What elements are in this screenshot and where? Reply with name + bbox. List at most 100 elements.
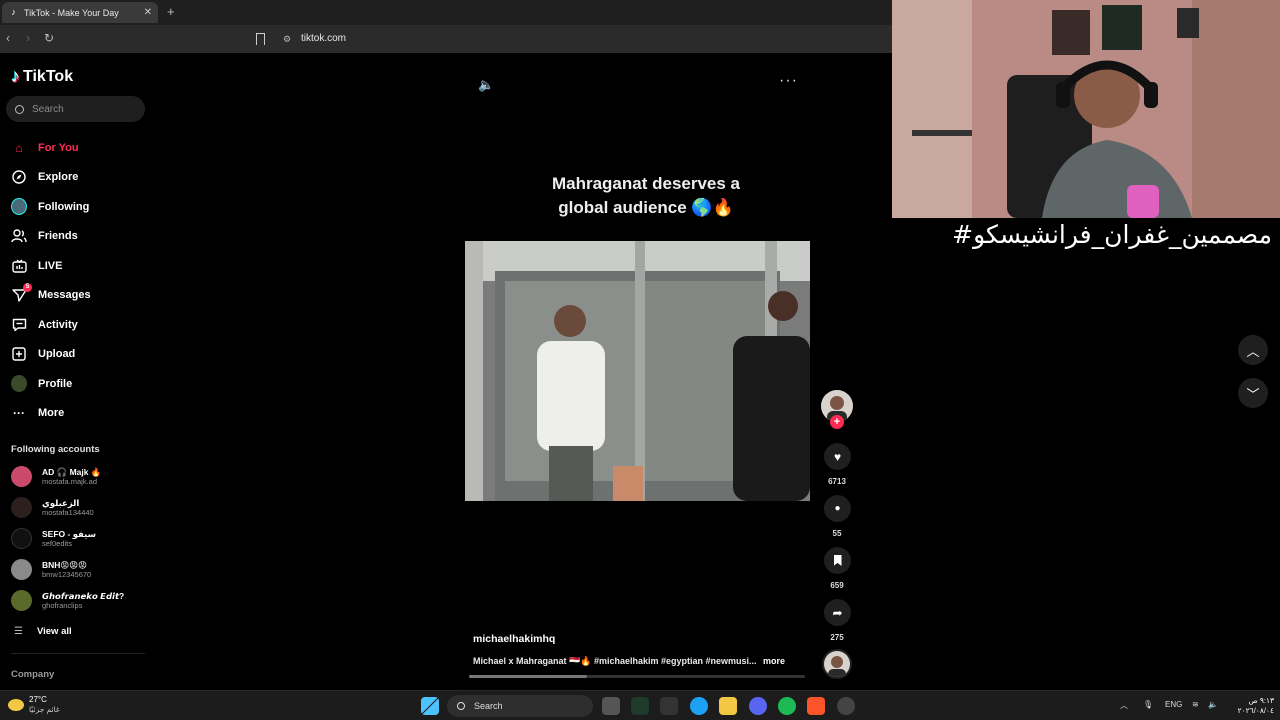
home-icon: ⌂: [15, 140, 23, 155]
account-name: SEFO - سيفو: [42, 528, 96, 539]
account-name: الزعبلوي: [42, 497, 80, 508]
windows-start-icon[interactable]: [421, 697, 439, 715]
account-handle: ghofranclips: [42, 600, 83, 610]
comment-icon: ●: [834, 503, 841, 514]
account-name: BNH😡😡😡: [42, 559, 87, 570]
messages-icon: 5: [11, 283, 32, 303]
sidebar-item-upload[interactable]: Upload: [11, 340, 151, 370]
tray-chevron-icon[interactable]: ︿: [1120, 700, 1128, 711]
sidebar-item-activity[interactable]: Activity: [11, 310, 151, 340]
account-handle: sef0edits: [42, 538, 73, 548]
tiktok-note-icon: ♪: [11, 66, 20, 86]
comment-button[interactable]: ●: [824, 495, 851, 522]
volume-icon[interactable]: 🔈: [478, 77, 494, 93]
next-video-button[interactable]: ﹀: [1238, 378, 1268, 408]
compass-icon: [11, 169, 27, 185]
following-accounts-title: Following accounts: [11, 444, 100, 455]
app-icon[interactable]: [631, 697, 649, 715]
sidebar-item-profile[interactable]: Profile: [11, 369, 151, 399]
close-tab-icon[interactable]: ✕: [144, 7, 152, 18]
save-button[interactable]: [824, 547, 851, 574]
taskbar-search[interactable]: Search: [447, 695, 593, 717]
video-frame: [465, 241, 810, 501]
file-explorer-icon[interactable]: [719, 697, 737, 715]
site-info-icon[interactable]: ⚙: [283, 34, 291, 45]
sidebar-item-more[interactable]: ··· More: [11, 399, 151, 429]
taskbar-search-label: Search: [474, 701, 503, 711]
like-button[interactable]: ♥: [824, 443, 851, 470]
sidebar-item-following[interactable]: Following: [11, 192, 151, 222]
following-account[interactable]: SEFO - سيفو sef0edits: [11, 528, 96, 549]
sidebar-item-label: For You: [38, 141, 79, 154]
sidebar-item-messages[interactable]: 5 Messages: [11, 281, 151, 311]
logo-text: TikTok: [23, 67, 74, 85]
following-account[interactable]: الزعبلوي mostafa134440: [11, 497, 94, 518]
save-count: 659: [830, 581, 844, 590]
address-bar: ‹ › ↻ ⚙ tiktok.com: [0, 25, 892, 53]
sidebar-item-label: Profile: [38, 377, 73, 390]
view-all-link[interactable]: ☰ View all: [14, 626, 72, 637]
discord-icon[interactable]: [749, 697, 767, 715]
video-caption: Mahraganat deserves a global audience 🌎🔥: [465, 172, 827, 220]
wifi-icon[interactable]: ≋: [1192, 700, 1199, 709]
app-icon[interactable]: [660, 697, 678, 715]
sidebar-item-live[interactable]: LIVE: [11, 251, 151, 281]
volume-icon[interactable]: 🔈: [1208, 700, 1218, 709]
follow-plus-button[interactable]: +: [830, 415, 844, 429]
bookmark-icon[interactable]: [256, 33, 265, 45]
previous-video-button[interactable]: ︿: [1238, 335, 1268, 365]
following-account[interactable]: AD 🎧 Majk 🔥 mostafa.majk.ad: [11, 466, 101, 487]
sidebar: ♪ TikTok Search ⌂ For You Explore Follow…: [0, 53, 155, 690]
more-options-icon[interactable]: ···: [779, 72, 798, 90]
brave-browser-icon[interactable]: [807, 697, 825, 715]
app-icon[interactable]: [837, 697, 855, 715]
description-text: Michael x Mahraganat 🇪🇬🔥 #michaelhakim #…: [473, 656, 757, 666]
search-icon: [457, 702, 465, 710]
following-avatar-icon: [11, 198, 27, 216]
video-progress-bar[interactable]: [469, 675, 805, 678]
back-icon[interactable]: ‹: [6, 31, 10, 45]
account-handle: mostafa.majk.ad: [42, 476, 98, 486]
reload-icon[interactable]: ↻: [44, 31, 54, 45]
music-disc[interactable]: [822, 649, 852, 679]
sidebar-item-for-you[interactable]: ⌂ For You: [11, 133, 151, 163]
spotify-icon[interactable]: [778, 697, 796, 715]
webcam-overlay: [892, 0, 1280, 218]
video-author[interactable]: michaelhakimhq: [473, 633, 555, 645]
weather-widget[interactable]: 27°C غائم جزئيًا: [8, 695, 60, 715]
sidebar-item-label: Upload: [38, 348, 76, 361]
company-link[interactable]: Company: [11, 669, 54, 680]
caption-line: global audience 🌎🔥: [558, 198, 734, 217]
friends-icon: [11, 228, 27, 244]
chevron-up-icon: ︿: [1246, 343, 1260, 359]
url-field[interactable]: tiktok.com: [301, 33, 346, 44]
share-button[interactable]: ➦: [824, 599, 851, 626]
new-tab-button[interactable]: +: [167, 4, 175, 19]
edge-browser-icon[interactable]: [690, 697, 708, 715]
account-handle: mostafa134440: [42, 507, 94, 517]
tiktok-logo[interactable]: ♪ TikTok: [11, 66, 73, 87]
forward-icon[interactable]: ›: [26, 31, 30, 45]
sidebar-item-label: Messages: [38, 289, 91, 302]
following-account[interactable]: 𝙂𝙝𝙤𝙛𝙧𝙖𝙣𝙚𝙠𝙤 𝙀𝙙𝙞𝙩? ghofranclips: [11, 590, 124, 611]
browser-tab[interactable]: ♪ TikTok - Make Your Day ✕: [2, 2, 158, 23]
like-count: 6713: [828, 477, 846, 486]
view-all-label: View all: [36, 626, 72, 637]
following-account[interactable]: BNH😡😡😡 bmw12345670: [11, 559, 91, 580]
sidebar-item-explore[interactable]: Explore: [11, 163, 151, 193]
temperature: 27°C: [29, 695, 47, 704]
overlay-caption: مصممين_غفران_فرانشيسكو#: [952, 220, 1272, 249]
video-player[interactable]: [465, 241, 810, 501]
sidebar-item-label: Activity: [38, 318, 78, 331]
avatar: [11, 466, 32, 487]
tiktok-favicon-icon: ♪: [11, 7, 16, 17]
system-clock[interactable]: ٩:١٣ ص ٢٠٢٦/٠٨/٠٤: [1228, 696, 1274, 716]
language-indicator[interactable]: ENG: [1165, 700, 1182, 709]
bookmark-icon: [833, 555, 842, 566]
search-input[interactable]: Search: [6, 96, 145, 122]
task-view-icon[interactable]: [602, 697, 620, 715]
more-link[interactable]: more: [763, 656, 785, 666]
progress-fill: [469, 675, 587, 678]
microphone-icon[interactable]: 🎙: [1143, 700, 1153, 709]
sidebar-item-friends[interactable]: Friends: [11, 222, 151, 252]
